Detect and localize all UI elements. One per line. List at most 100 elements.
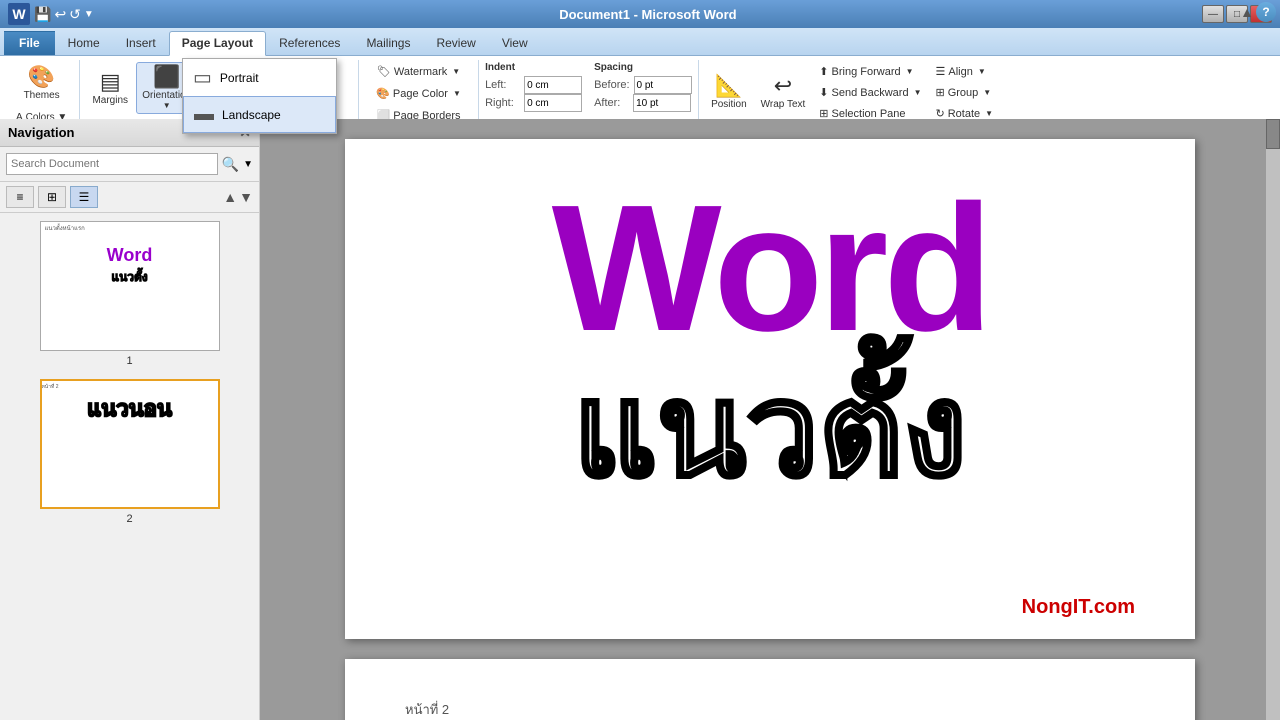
spacing-before-row: Before: 0 pt xyxy=(594,76,691,94)
tab-review[interactable]: Review xyxy=(423,31,488,55)
redo-quick-btn[interactable]: ↺ xyxy=(69,6,81,23)
nav-view-buttons: ≡ ⊞ ☰ ▲ ▼ xyxy=(0,182,259,213)
bringforward-icon: ⬆ xyxy=(819,65,828,78)
group-icon: ⊞ xyxy=(935,86,944,99)
spacing-after-label: After: xyxy=(594,97,629,109)
orientation-icon: ⬛ xyxy=(153,66,180,88)
landscape-label: Landscape xyxy=(222,108,281,122)
thumb-preview-text-1: แนวตั้งหน้าแรก xyxy=(41,222,219,237)
quick-access-toolbar: 💾 ↩ ↺ ▼ xyxy=(34,6,94,23)
indent-left-label: Left: xyxy=(485,79,520,91)
ribbon-expand-btn[interactable]: ▲ xyxy=(1240,4,1254,20)
page-2: หน้าที่ 2 แนวนอน | xyxy=(345,659,1195,720)
wraptext-btn[interactable]: ↩ Wrap Text xyxy=(755,62,812,123)
navigation-pane: Navigation ✕ 🔍 ▼ ≡ ⊞ ☰ ▲ ▼ แนวตั้งหน้าแร… xyxy=(0,119,260,720)
spacing-label: Spacing xyxy=(594,62,691,73)
wraptext-label: Wrap Text xyxy=(761,99,806,110)
margins-icon: ▤ xyxy=(100,71,121,93)
portrait-label: Portrait xyxy=(220,71,259,85)
watermark-btn[interactable]: 🏷 Watermark ▼ xyxy=(371,62,466,81)
bringforward-btn[interactable]: ⬆ Bring Forward ▼ xyxy=(813,62,927,81)
tab-file[interactable]: File xyxy=(4,31,55,55)
search-area: 🔍 ▼ xyxy=(0,147,259,182)
vertical-scrollbar[interactable] xyxy=(1266,119,1280,720)
wraptext-icon: ↩ xyxy=(774,75,792,97)
themes-icon: 🎨 xyxy=(28,66,55,88)
thumb-page-1[interactable]: แนวตั้งหน้าแรก Word แนวตั้ง 1 xyxy=(8,221,251,367)
thumb-page2-num: หน้าที่ 2 xyxy=(42,383,218,391)
search-input[interactable] xyxy=(6,153,218,175)
spacing-before-input[interactable]: 0 pt xyxy=(634,76,692,94)
thumb-thai-outline-1: แนวตั้ง xyxy=(41,268,219,287)
word-icon: W xyxy=(8,3,30,25)
orientation-landscape[interactable]: ▬ Landscape xyxy=(183,96,336,133)
thumb-page-2[interactable]: หน้าที่ 2 แนวนอน 2 xyxy=(8,379,251,525)
minimize-btn[interactable]: — xyxy=(1202,5,1224,23)
thumb-num-1: 1 xyxy=(126,355,132,367)
align-btn[interactable]: ☰ Align ▼ xyxy=(929,62,999,81)
themes-label: Themes xyxy=(24,90,60,101)
watermark-icon: 🏷 xyxy=(377,65,391,78)
brand-label: NongIT.com xyxy=(1022,596,1135,619)
nav-arrows: ▲ ▼ xyxy=(223,189,253,205)
help-area: ▲ ? xyxy=(1236,0,1280,24)
thumb-num-2: 2 xyxy=(126,513,132,525)
indent-left-row: Left: 0 cm xyxy=(485,76,582,94)
pagecolor-btn[interactable]: 🎨 Page Color ▼ xyxy=(370,84,467,103)
margins-label: Margins xyxy=(92,95,128,106)
margins-btn[interactable]: ▤ Margins xyxy=(86,67,134,110)
indent-right-input[interactable]: 0 cm xyxy=(524,94,582,112)
position-icon: 📐 xyxy=(715,75,742,97)
help-btn[interactable]: ? xyxy=(1256,2,1276,22)
ribbon-tabs: File Home Insert Page Layout References … xyxy=(0,28,1280,56)
nav-down-btn[interactable]: ▼ xyxy=(239,189,253,205)
themes-btn[interactable]: 🎨 Themes xyxy=(18,62,66,105)
customize-quick-btn[interactable]: ▼ xyxy=(84,9,94,20)
save-quick-btn[interactable]: 💾 xyxy=(34,6,51,23)
indent-right-row: Right: 0 cm xyxy=(485,94,582,112)
thumb-big-word: Word xyxy=(41,245,219,266)
position-label: Position xyxy=(711,99,747,110)
sendbackward-btn[interactable]: ⬇ Send Backward ▼ xyxy=(813,83,927,102)
para-top: Indent Left: 0 cm Right: 0 cm Spacing xyxy=(485,62,692,112)
undo-quick-btn[interactable]: ↩ xyxy=(54,6,66,23)
orientation-arrow: ▼ xyxy=(163,101,171,110)
view-btn-grid[interactable]: ⊞ xyxy=(38,186,66,208)
spacing-after-input[interactable]: 10 pt xyxy=(633,94,691,112)
sendbackward-icon: ⬇ xyxy=(819,86,828,99)
arrange-sub2: ☰ Align ▼ ⊞ Group ▼ ↻ Rotate ▼ xyxy=(929,62,999,123)
position-btn[interactable]: 📐 Position xyxy=(705,62,753,123)
view-btn-list[interactable]: ≡ xyxy=(6,186,34,208)
tab-home[interactable]: Home xyxy=(55,31,113,55)
indent-section: Indent Left: 0 cm Right: 0 cm xyxy=(485,62,582,112)
page-1: Word แนวตั้ง NongIT.com xyxy=(345,139,1195,639)
arrange-sub: ⬆ Bring Forward ▼ ⬇ Send Backward ▼ ⊞ Se… xyxy=(813,62,927,123)
title-bar-left: W 💾 ↩ ↺ ▼ xyxy=(8,3,94,25)
group-btn[interactable]: ⊞ Group ▼ xyxy=(929,83,999,102)
thumb-img-1: แนวตั้งหน้าแรก Word แนวตั้ง xyxy=(40,221,220,351)
nav-up-btn[interactable]: ▲ xyxy=(223,189,237,205)
spacing-before-label: Before: xyxy=(594,79,629,91)
pagecolor-icon: 🎨 xyxy=(376,87,390,100)
page-container: Word แนวตั้ง NongIT.com หน้าที่ 2 แนวนอน… xyxy=(260,119,1280,720)
view-btn-thumb[interactable]: ☰ xyxy=(70,186,98,208)
tab-pagelayout[interactable]: Page Layout xyxy=(169,31,266,56)
indent-label: Indent xyxy=(485,62,582,73)
orientation-dropdown: ▭ Portrait ▬ Landscape xyxy=(182,58,337,134)
indent-left-input[interactable]: 0 cm xyxy=(524,76,582,94)
main-content-area[interactable]: Word แนวตั้ง NongIT.com หน้าที่ 2 แนวนอน… xyxy=(260,119,1280,720)
search-icon[interactable]: 🔍 xyxy=(222,156,239,173)
tab-references[interactable]: References xyxy=(266,31,353,55)
spacing-section: Spacing Before: 0 pt After: 10 pt xyxy=(594,62,691,112)
thumb-thai-outline-2: แนวนอน xyxy=(42,391,218,426)
tab-insert[interactable]: Insert xyxy=(113,31,169,55)
thumb-img-2: หน้าที่ 2 แนวนอน xyxy=(40,379,220,509)
tab-view[interactable]: View xyxy=(489,31,541,55)
search-dropdown-btn[interactable]: ▼ xyxy=(243,159,253,170)
title-bar: W 💾 ↩ ↺ ▼ Document1 - Microsoft Word — □… xyxy=(0,0,1280,28)
orientation-portrait[interactable]: ▭ Portrait xyxy=(183,59,336,96)
big-word-text: Word xyxy=(405,179,1135,359)
scroll-thumb[interactable] xyxy=(1266,119,1280,149)
window-title: Document1 - Microsoft Word xyxy=(94,7,1202,22)
tab-mailings[interactable]: Mailings xyxy=(353,31,423,55)
